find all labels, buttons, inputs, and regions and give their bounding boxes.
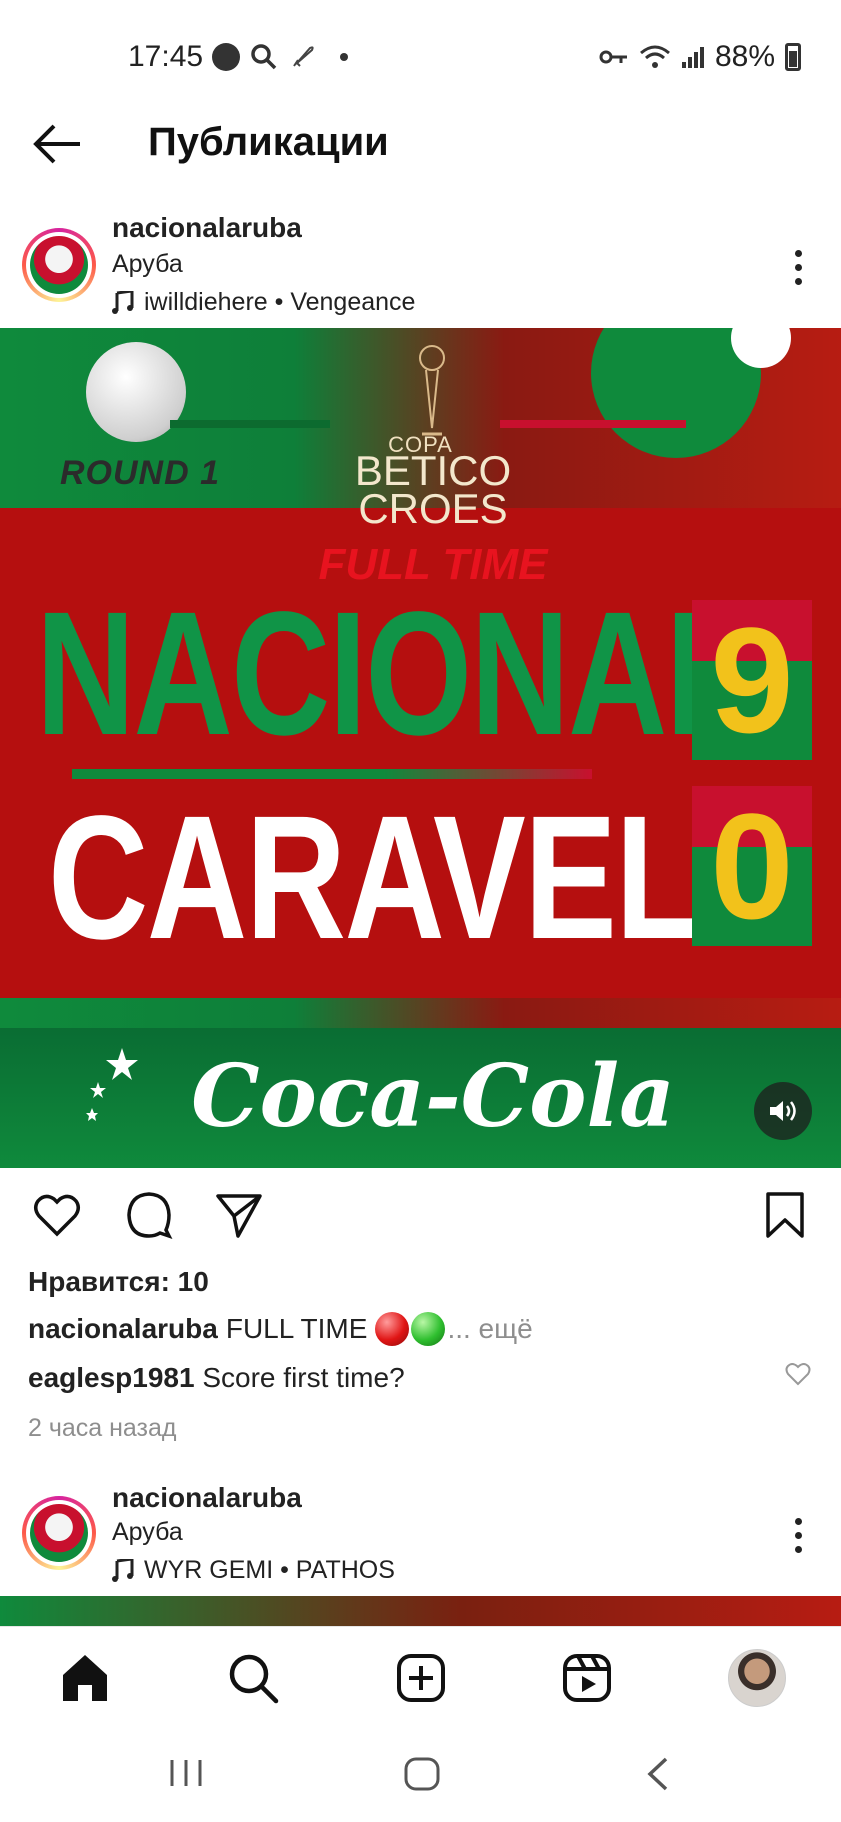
decor-stripe xyxy=(170,420,330,428)
comment-username[interactable]: eaglesp1981 xyxy=(28,1362,195,1393)
avatar[interactable] xyxy=(22,228,96,302)
next-post-music[interactable]: WYR GEMI • PATHOS xyxy=(112,1556,395,1585)
team1-score: 9 xyxy=(710,596,794,764)
next-post-username[interactable]: nacionalaruba xyxy=(112,1482,302,1514)
comment-text: Score first time? xyxy=(202,1362,405,1393)
caption-text: FULL TIME xyxy=(225,1313,368,1344)
status-icons-right: 88% xyxy=(599,40,801,74)
back-icon[interactable] xyxy=(644,1756,672,1792)
likes-count[interactable]: Нравится: 10 xyxy=(28,1266,209,1298)
like-heart-icon[interactable] xyxy=(32,1190,82,1240)
next-post-music-label: WYR GEMI • PATHOS xyxy=(144,1556,395,1584)
profile-avatar[interactable] xyxy=(728,1649,786,1707)
comment-like-heart-icon[interactable] xyxy=(784,1360,812,1388)
decor-stripe xyxy=(500,420,686,428)
status-icons-left xyxy=(212,42,348,72)
avatar[interactable] xyxy=(22,1496,96,1570)
next-post-header: nacionalaruba Аруба WYR GEMI • PATHOS xyxy=(0,1482,841,1592)
post-timestamp: 2 часа назад xyxy=(28,1414,177,1442)
next-post-media[interactable] xyxy=(0,1596,841,1626)
team1-score-box: 9 xyxy=(692,600,812,760)
post-music[interactable]: iwilldiehere • Vengeance xyxy=(112,288,415,317)
tournament-line-2: CROES xyxy=(358,485,508,532)
caption-username[interactable]: nacionalaruba xyxy=(28,1313,218,1345)
post-actions xyxy=(0,1190,841,1250)
post-media[interactable]: ROUND 1 COPA BETICO CROES FULL TIME NACI… xyxy=(0,328,841,1168)
status-time: 17:45 xyxy=(128,40,204,73)
battery-text: 88% xyxy=(714,40,775,73)
system-nav xyxy=(0,1726,841,1822)
comment-icon[interactable] xyxy=(124,1190,174,1240)
more-options-icon[interactable] xyxy=(795,1518,805,1558)
wifi-icon xyxy=(639,45,670,68)
bottom-nav xyxy=(0,1626,841,1727)
post-header: nacionalaruba Аруба iwilldiehere • Venge… xyxy=(0,206,841,316)
next-post-location[interactable]: Аруба xyxy=(112,1518,183,1547)
team2-score: 0 xyxy=(710,782,794,950)
post-location[interactable]: Аруба xyxy=(112,250,183,279)
key-icon xyxy=(599,50,627,64)
create-icon[interactable] xyxy=(394,1651,448,1705)
share-icon[interactable] xyxy=(214,1190,264,1240)
music-note-icon xyxy=(112,1558,134,1582)
rocket-icon xyxy=(293,46,314,67)
home-button-icon[interactable] xyxy=(402,1756,442,1792)
team2-score-box: 0 xyxy=(692,786,812,946)
tournament-name: BETICO CROES xyxy=(0,450,841,532)
dot-icon xyxy=(340,53,348,61)
music-note-icon xyxy=(112,290,134,314)
search-icon xyxy=(251,44,277,70)
top-header: Публикации xyxy=(0,100,841,190)
red-circle-emoji xyxy=(375,1312,410,1346)
decor-underline xyxy=(72,769,592,779)
more-options-icon[interactable] xyxy=(795,250,805,290)
battery-icon xyxy=(785,43,801,71)
recents-icon[interactable] xyxy=(168,1756,204,1790)
post-caption[interactable]: nacionalaruba FULL TIME ... ещё xyxy=(28,1312,533,1346)
post-music-label: iwilldiehere • Vengeance xyxy=(144,288,416,316)
search-icon[interactable] xyxy=(226,1651,280,1705)
green-circle-emoji xyxy=(411,1312,446,1346)
team2-name: CARAVEL xyxy=(48,780,700,976)
home-icon[interactable] xyxy=(58,1651,112,1705)
page-title: Публикации xyxy=(148,120,389,164)
trophy-icon xyxy=(419,345,445,436)
back-arrow-icon[interactable] xyxy=(30,122,86,166)
post-username[interactable]: nacionalaruba xyxy=(112,212,302,244)
save-bookmark-icon[interactable] xyxy=(760,1190,810,1240)
team1-name: NACIONAL xyxy=(36,576,750,772)
speaker-icon xyxy=(770,1101,796,1121)
sponsor-logo: Coca-Cola xyxy=(191,1046,675,1147)
volume-button[interactable] xyxy=(754,1082,812,1140)
caption-more-link[interactable]: ... ещё xyxy=(447,1313,532,1345)
comment-row: eaglesp1981 Score first time? xyxy=(28,1362,405,1394)
signal-icon xyxy=(681,47,704,68)
circle-icon xyxy=(212,43,240,71)
reels-icon[interactable] xyxy=(560,1651,614,1705)
